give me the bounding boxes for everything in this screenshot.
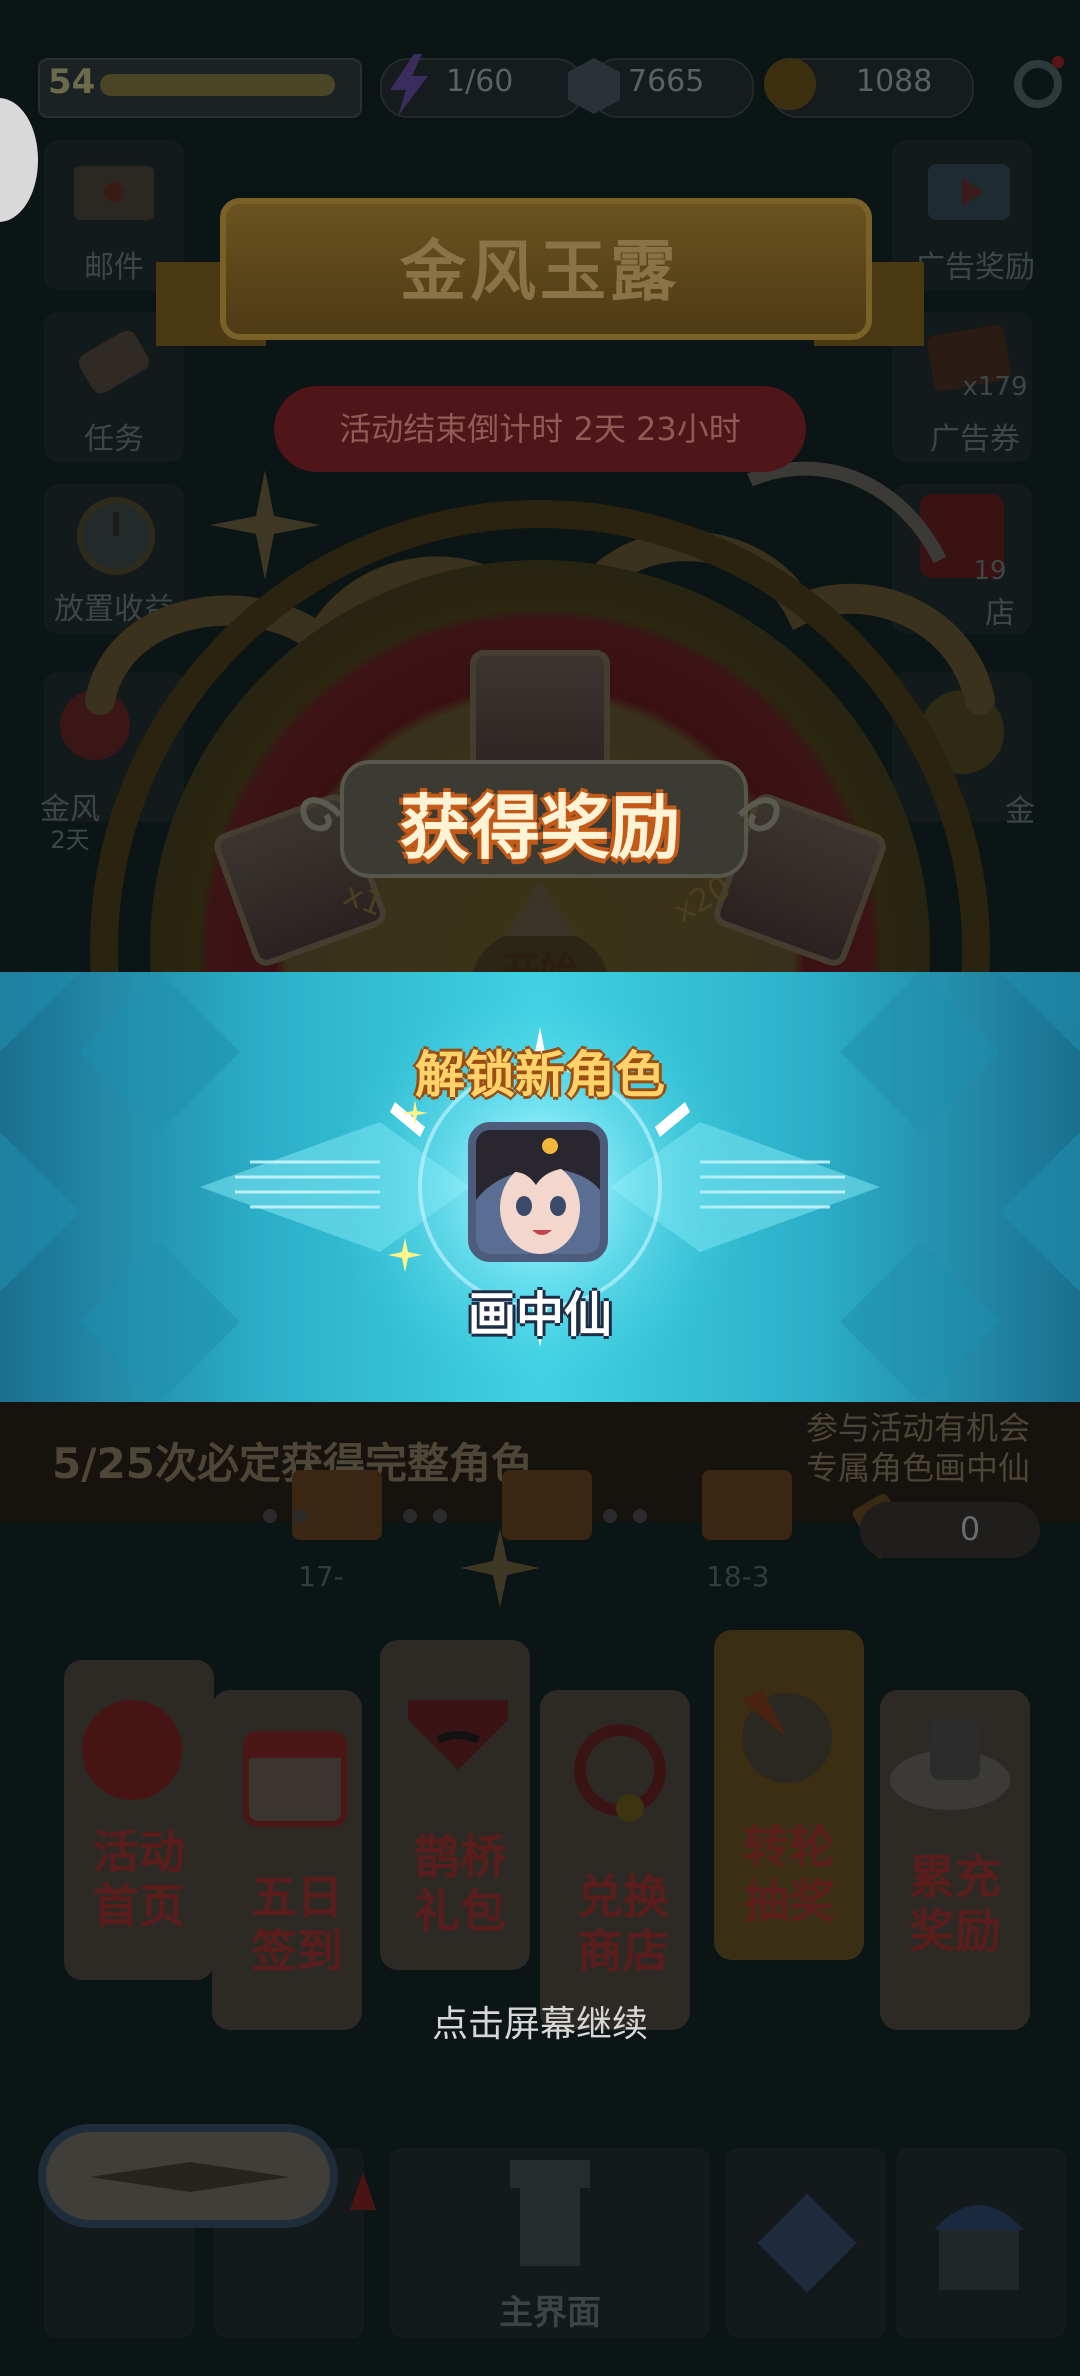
promo-line-1: 参与活动有机会 [805, 1409, 1030, 1447]
stage-label: 18-3 [706, 1560, 770, 1593]
nav-card-label: 兑换 [577, 1870, 669, 1924]
event-countdown: 活动结束倒计时 2天 23小时 [339, 410, 741, 448]
alert-badge-icon [350, 2172, 376, 2210]
nav-card-label: 累充 [909, 1850, 1001, 1904]
player-level: 54 [48, 62, 96, 102]
character-name: 画中仙 [467, 1287, 612, 1343]
gift-icon [408, 1700, 508, 1770]
nav-card-label: 首页 [93, 1879, 185, 1933]
nav-card-label: 奖励 [909, 1904, 1001, 1958]
energy-value: 1/60 [446, 64, 514, 99]
nav-card-label: 签到 [251, 1924, 343, 1978]
exp-bar [100, 74, 335, 96]
tap-to-continue-hint[interactable]: 点击屏幕继续 [0, 1995, 1080, 2047]
floating-assist-button[interactable] [0, 98, 38, 222]
dice-icon [757, 2193, 857, 2293]
bell-icon [574, 1724, 666, 1822]
calendar-icon [243, 1731, 347, 1827]
scroll-icon [78, 330, 150, 394]
nav-card-label: 转轮 [743, 1820, 835, 1874]
character-face-icon [476, 1130, 600, 1254]
tower-icon [510, 2160, 590, 2266]
sparkle-icon [460, 1528, 540, 1608]
character-portrait [468, 1122, 608, 1262]
nav-card-label: 鹊桥 [414, 1830, 506, 1884]
unlock-subtitle: 解锁新角色 [415, 1046, 665, 1104]
wheel-icon [732, 1683, 842, 1793]
settings-gear-icon[interactable] [1010, 56, 1066, 112]
lightning-icon [390, 54, 428, 116]
nav-card-label: 抽奖 [743, 1874, 835, 1928]
coin-icon [764, 58, 816, 110]
stage-label: 17- [298, 1560, 344, 1593]
knot-icon [82, 1700, 182, 1800]
sparkle-icon [210, 470, 320, 580]
progress-dots [263, 1509, 647, 1523]
mail-icon [74, 166, 154, 220]
nav-card-label: 商店 [577, 1924, 669, 1978]
sparkle-icon [402, 1100, 428, 1126]
nav-card-label: 礼包 [414, 1884, 506, 1938]
arrow-ornament-icon [90, 2162, 290, 2192]
reward-title: 获得奖励 [400, 787, 680, 869]
video-icon [928, 164, 1010, 220]
ticket-count: 0 [959, 1510, 981, 1548]
nav-card-label: 五日 [251, 1870, 343, 1924]
wheel-pointer-icon [504, 880, 576, 936]
cloud-icon [890, 1720, 1010, 1810]
coin-value: 1088 [856, 64, 933, 99]
event-title: 金风玉露 [400, 233, 680, 310]
gem-value: 7665 [628, 64, 705, 99]
nav-card-label: 活动 [93, 1825, 185, 1879]
sparkle-icon [388, 1238, 422, 1272]
building-icon [934, 2205, 1024, 2290]
bottom-nav-main-label: 主界面 [499, 2293, 601, 2333]
gem-icon [568, 58, 620, 114]
side-ad-ticket-count: x179 [962, 372, 1028, 402]
